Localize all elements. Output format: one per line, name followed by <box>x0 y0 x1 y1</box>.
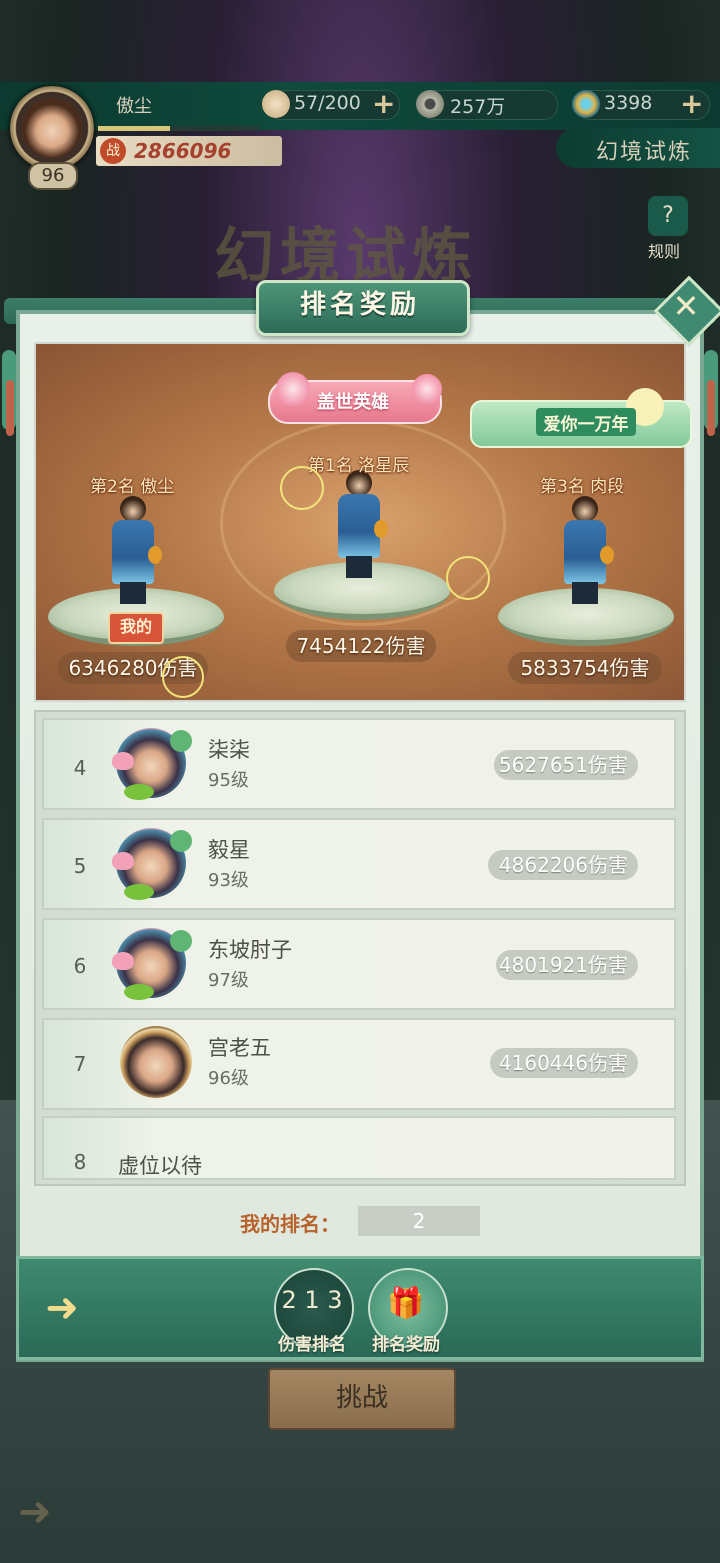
title-badge-text: 盖世英雄 <box>317 392 389 413</box>
rank-3-label: 第3名 肉段 <box>540 477 625 497</box>
back-arrow-icon[interactable]: ➜ <box>30 1288 94 1328</box>
podium-icon: 2 1 3 <box>281 1286 343 1314</box>
modal-title: 排名奖励 <box>299 290 420 320</box>
rank-1-damage: 7454122伤害 <box>286 630 436 662</box>
title-badge-text: 爱你一万年 <box>543 415 629 435</box>
list-item-rank: 5 <box>73 854 87 878</box>
rank-3-damage: 5833754伤害 <box>508 652 662 684</box>
hero-rank-2[interactable] <box>102 496 162 606</box>
player-name: 傲尘 <box>116 96 152 117</box>
hero-rank-3[interactable] <box>554 496 614 606</box>
frog-icon <box>124 784 154 800</box>
lotus-icon <box>112 852 134 870</box>
touch-marker <box>280 466 324 510</box>
list-item-level: 93级 <box>208 870 249 891</box>
list-item-level: 97级 <box>208 970 249 991</box>
list-item-name: 柒柒 <box>208 738 250 762</box>
close-icon[interactable]: ✕ <box>670 286 702 326</box>
list-item-damage: 4801921伤害 <box>496 950 638 980</box>
list-item-rank: 4 <box>73 756 87 780</box>
mode-tab-label: 幻境试炼 <box>596 140 693 165</box>
list-item-damage: 5627651伤害 <box>494 750 638 780</box>
my-rank-value: 2 <box>358 1206 480 1236</box>
touch-marker <box>446 556 490 600</box>
right-tassel <box>707 380 715 436</box>
list-item-rank: 6 <box>73 954 87 978</box>
resource-coins-value: 257万 <box>450 96 506 118</box>
list-item-rank: 8 <box>73 1150 87 1174</box>
gift-icon: 🎁 <box>387 1286 425 1321</box>
add-jade-icon[interactable]: + <box>680 90 703 118</box>
rank-1-label: 第1名 洛星辰 <box>308 456 410 476</box>
hero-rank-1[interactable] <box>328 470 388 580</box>
leaf-icon <box>170 730 192 752</box>
list-item-name: 宫老五 <box>208 1036 271 1060</box>
leaf-icon <box>170 830 192 852</box>
list-item-rank: 7 <box>73 1052 87 1076</box>
list-item-name: 毅星 <box>208 838 250 862</box>
my-tag: 我的 <box>108 612 164 644</box>
bottom-back-icon[interactable]: ➜ <box>18 1490 78 1534</box>
rank-2-label: 第2名 傲尘 <box>90 477 175 497</box>
list-item-empty: 虚位以待 <box>118 1154 202 1178</box>
tab-damage-ranking-label[interactable]: 伤害排名 <box>262 1330 362 1355</box>
rules-icon[interactable]: ? <box>648 196 688 236</box>
touch-marker <box>162 656 204 698</box>
my-rank-label: 我的排名： <box>240 1212 340 1236</box>
bun-icon <box>262 90 290 118</box>
xp-bar <box>98 126 258 131</box>
list-item-damage: 4160446伤害 <box>490 1048 638 1078</box>
battle-power-value: 2866096 <box>134 139 232 163</box>
list-item-damage: 4862206伤害 <box>488 850 638 880</box>
avatar[interactable] <box>120 1026 192 1098</box>
tab-ranking-reward-label[interactable]: 排名奖励 <box>356 1330 456 1355</box>
lotus-icon <box>112 952 134 970</box>
player-avatar[interactable] <box>22 98 82 158</box>
copper-coin-icon <box>416 90 444 118</box>
resource-stamina-value: 57/200 <box>294 92 361 114</box>
rules-label[interactable]: 规则 <box>648 238 680 262</box>
challenge-button[interactable]: 挑战 <box>268 1368 456 1430</box>
swirl-gem-icon <box>572 90 600 118</box>
resource-jade-value: 3398 <box>604 92 653 114</box>
list-item-name: 东坡肘子 <box>208 938 292 962</box>
list-item-level: 96级 <box>208 1068 249 1089</box>
leaf-icon <box>170 930 192 952</box>
add-stamina-icon[interactable]: + <box>372 90 395 118</box>
frog-icon <box>124 884 154 900</box>
player-level-badge: 96 <box>28 162 78 190</box>
left-tassel <box>6 380 14 436</box>
lotus-icon <box>112 752 134 770</box>
xp-bar-fill <box>98 126 170 131</box>
list-item-level: 95级 <box>208 770 249 791</box>
battle-power-icon: 战 <box>100 138 126 164</box>
frog-icon <box>124 984 154 1000</box>
